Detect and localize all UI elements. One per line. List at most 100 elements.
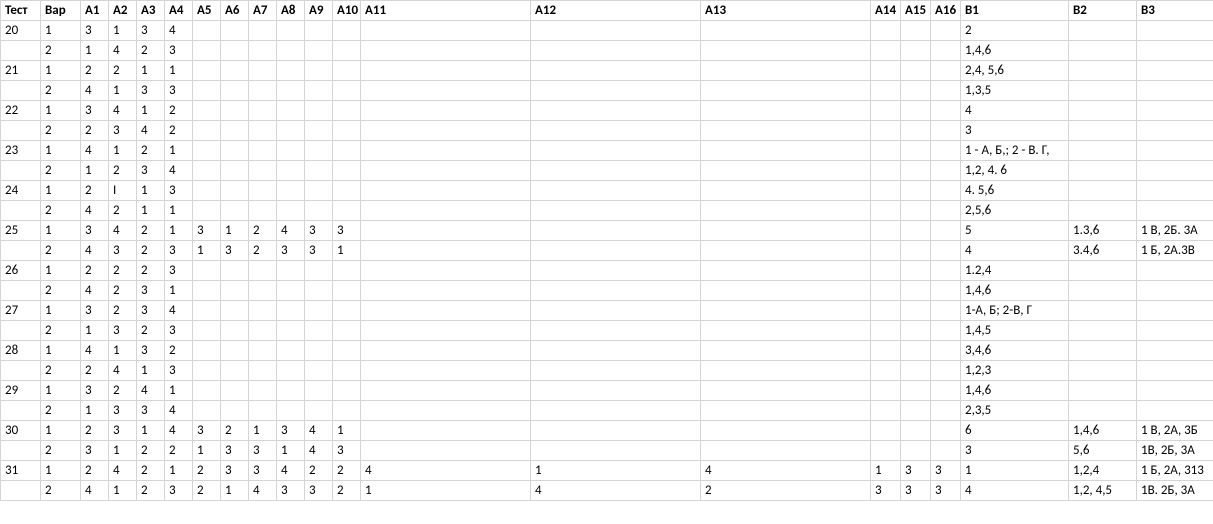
- cell[interactable]: [333, 41, 361, 61]
- cell[interactable]: [221, 141, 249, 161]
- cell[interactable]: 4: [165, 401, 193, 421]
- cell[interactable]: [193, 261, 221, 281]
- cell[interactable]: 20: [1, 21, 41, 41]
- cell[interactable]: [1069, 41, 1137, 61]
- cell[interactable]: [305, 121, 333, 141]
- cell[interactable]: 1: [165, 201, 193, 221]
- cell[interactable]: [901, 121, 931, 141]
- cell[interactable]: [333, 61, 361, 81]
- cell[interactable]: [333, 361, 361, 381]
- cell[interactable]: [193, 321, 221, 341]
- cell[interactable]: [931, 161, 961, 181]
- cell[interactable]: [277, 41, 305, 61]
- cell[interactable]: 3: [137, 341, 165, 361]
- cell[interactable]: 3: [193, 221, 221, 241]
- cell[interactable]: [1137, 401, 1213, 421]
- cell[interactable]: [931, 441, 961, 461]
- cell[interactable]: [931, 241, 961, 261]
- cell[interactable]: 1: [871, 461, 901, 481]
- cell[interactable]: [901, 301, 931, 321]
- cell[interactable]: 3: [165, 321, 193, 341]
- cell[interactable]: [701, 381, 871, 401]
- cell[interactable]: [1069, 121, 1137, 141]
- cell[interactable]: [1069, 21, 1137, 41]
- cell[interactable]: 3: [165, 481, 193, 501]
- cell[interactable]: [249, 41, 277, 61]
- cell[interactable]: 1.3,6: [1069, 221, 1137, 241]
- cell[interactable]: 4: [305, 421, 333, 441]
- cell[interactable]: [1, 201, 41, 221]
- cell[interactable]: [221, 341, 249, 361]
- cell[interactable]: [931, 221, 961, 241]
- cell[interactable]: 1,4,6: [1069, 421, 1137, 441]
- cell[interactable]: 6: [961, 421, 1069, 441]
- cell[interactable]: 4: [137, 381, 165, 401]
- cell[interactable]: 1,2,4: [1069, 461, 1137, 481]
- cell[interactable]: 3: [109, 121, 137, 141]
- cell[interactable]: 2: [137, 441, 165, 461]
- cell[interactable]: 2: [81, 361, 109, 381]
- cell[interactable]: 27: [1, 301, 41, 321]
- cell[interactable]: [701, 141, 871, 161]
- cell[interactable]: 3: [81, 441, 109, 461]
- cell[interactable]: 2: [137, 261, 165, 281]
- cell[interactable]: 3: [305, 221, 333, 241]
- cell[interactable]: [277, 141, 305, 161]
- cell[interactable]: [901, 141, 931, 161]
- cell[interactable]: 4: [165, 161, 193, 181]
- cell[interactable]: [361, 21, 531, 41]
- cell[interactable]: [193, 181, 221, 201]
- cell[interactable]: [1, 241, 41, 261]
- cell[interactable]: [1137, 201, 1213, 221]
- cell[interactable]: 2: [333, 481, 361, 501]
- cell[interactable]: [333, 181, 361, 201]
- cell[interactable]: [871, 441, 901, 461]
- cell[interactable]: [701, 241, 871, 261]
- cell[interactable]: [1137, 61, 1213, 81]
- cell[interactable]: 3: [137, 81, 165, 101]
- cell[interactable]: 1: [41, 21, 81, 41]
- cell[interactable]: 3: [165, 81, 193, 101]
- cell[interactable]: [531, 421, 701, 441]
- cell[interactable]: [221, 401, 249, 421]
- cell[interactable]: [361, 81, 531, 101]
- cell[interactable]: 3: [901, 461, 931, 481]
- cell[interactable]: 2: [137, 241, 165, 261]
- cell[interactable]: 3: [305, 241, 333, 261]
- cell[interactable]: 4: [81, 241, 109, 261]
- cell[interactable]: [701, 261, 871, 281]
- cell[interactable]: [871, 101, 901, 121]
- cell[interactable]: [871, 261, 901, 281]
- cell[interactable]: [249, 101, 277, 121]
- cell[interactable]: 3: [137, 21, 165, 41]
- cell[interactable]: 3: [277, 481, 305, 501]
- cell[interactable]: 4: [109, 461, 137, 481]
- cell[interactable]: 1: [41, 301, 81, 321]
- cell[interactable]: 3: [961, 441, 1069, 461]
- cell[interactable]: [931, 141, 961, 161]
- cell[interactable]: [871, 281, 901, 301]
- cell[interactable]: [1137, 321, 1213, 341]
- cell[interactable]: [361, 261, 531, 281]
- cell[interactable]: 30: [1, 421, 41, 441]
- cell[interactable]: [221, 301, 249, 321]
- cell[interactable]: [193, 101, 221, 121]
- cell[interactable]: 4: [961, 241, 1069, 261]
- cell[interactable]: 4: [165, 301, 193, 321]
- cell[interactable]: 2: [221, 421, 249, 441]
- cell[interactable]: 4: [81, 81, 109, 101]
- cell[interactable]: 1,2,3: [961, 361, 1069, 381]
- cell[interactable]: [249, 141, 277, 161]
- cell[interactable]: 1: [137, 201, 165, 221]
- cell[interactable]: 2: [109, 161, 137, 181]
- cell[interactable]: 1,2, 4. 6: [961, 161, 1069, 181]
- cell[interactable]: [249, 161, 277, 181]
- cell[interactable]: 2: [249, 241, 277, 261]
- cell[interactable]: [701, 321, 871, 341]
- cell[interactable]: [277, 381, 305, 401]
- cell[interactable]: [701, 441, 871, 461]
- cell[interactable]: [221, 181, 249, 201]
- cell[interactable]: 4: [81, 141, 109, 161]
- cell[interactable]: 1 Б, 2А.3В: [1137, 241, 1213, 261]
- cell[interactable]: [1137, 301, 1213, 321]
